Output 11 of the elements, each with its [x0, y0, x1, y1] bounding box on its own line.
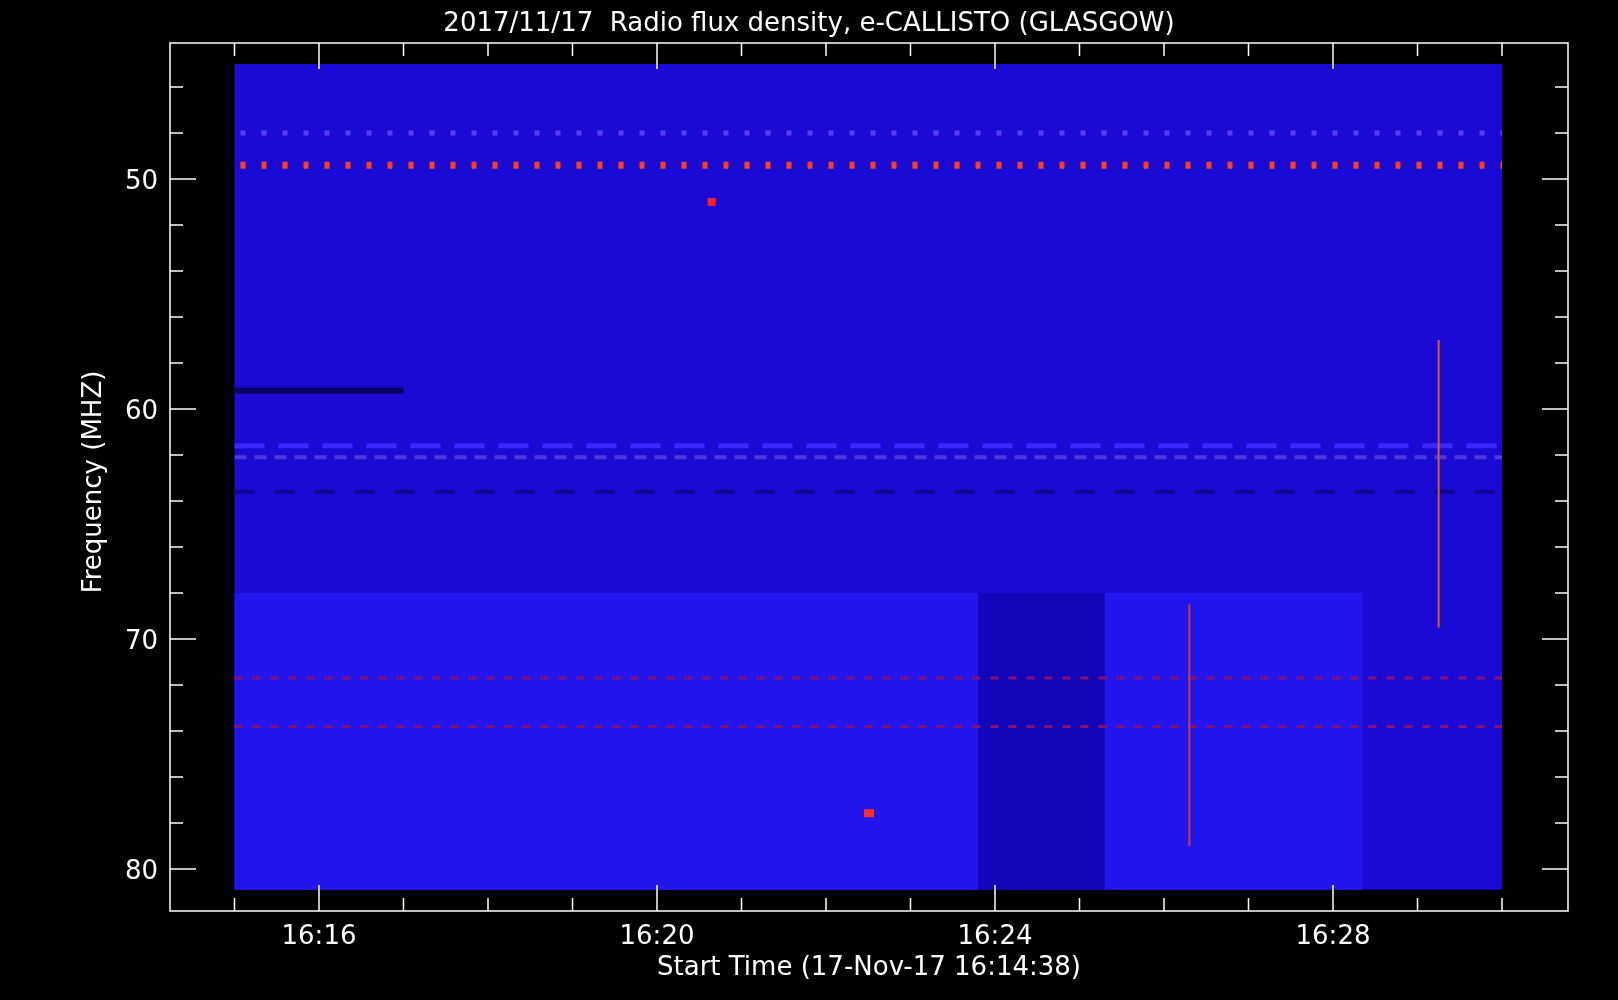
y-tick-label: 50 — [124, 165, 158, 195]
plot-title: 2017/11/17 Radio flux density, e-CALLISTO (GLASGOW) — [443, 7, 1175, 37]
x-tick-label: 16:28 — [1295, 920, 1371, 950]
x-tick-label: 16:16 — [281, 920, 357, 950]
y-axis-label: Frequency (MHZ) — [77, 370, 107, 594]
x-tick-label: 16:24 — [957, 920, 1033, 950]
y-tick-label: 80 — [124, 855, 158, 885]
x-tick-label: 16:20 — [619, 920, 695, 950]
x-axis-label: Start Time (17-Nov-17 16:14:38) — [657, 951, 1081, 981]
y-tick-label: 70 — [124, 625, 158, 655]
y-tick-label: 60 — [124, 395, 158, 425]
